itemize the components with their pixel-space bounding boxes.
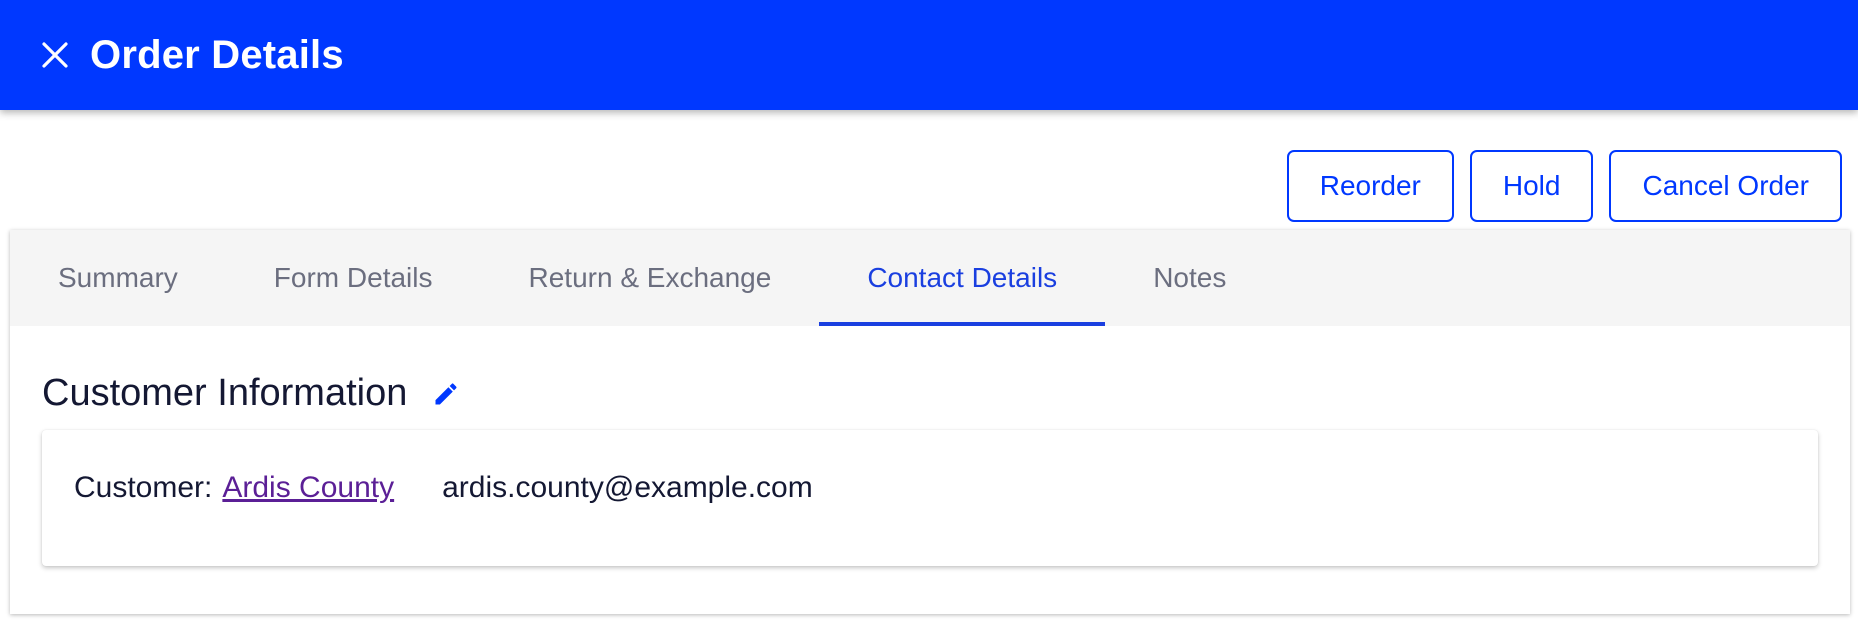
tab-bar: Summary Form Details Return & Exchange C… [10, 230, 1850, 326]
tab-form-details[interactable]: Form Details [226, 230, 481, 326]
close-icon [42, 42, 68, 68]
order-details-panel: Summary Form Details Return & Exchange C… [10, 230, 1850, 614]
customer-label: Customer: [74, 471, 213, 504]
order-actions: Reorder Hold Cancel Order [1286, 150, 1842, 222]
app-header: Order Details [0, 0, 1858, 110]
customer-information-header: Customer Information [42, 372, 463, 415]
customer-name-link[interactable]: Ardis County [222, 471, 394, 505]
tab-return-exchange[interactable]: Return & Exchange [481, 230, 820, 326]
tab-label: Form Details [273, 262, 433, 293]
page-title: Order Details [90, 32, 344, 77]
edit-customer-button[interactable] [429, 377, 463, 411]
customer-email: ardis.county@example.com [442, 471, 813, 504]
reorder-button[interactable]: Reorder [1286, 150, 1454, 222]
pencil-icon [435, 382, 457, 404]
tab-contact-details[interactable]: Contact Details [819, 230, 1106, 326]
tab-notes[interactable]: Notes [1105, 230, 1274, 326]
tab-label: Summary [58, 262, 178, 293]
tab-label: Notes [1153, 262, 1227, 293]
tab-label: Contact Details [867, 262, 1058, 293]
tab-label: Return & Exchange [528, 262, 772, 293]
hold-button[interactable]: Hold [1469, 150, 1594, 222]
tab-summary[interactable]: Summary [10, 230, 226, 326]
close-button[interactable] [38, 38, 72, 72]
customer-info-card: Customer: Ardis County ardis.county@exam… [42, 430, 1818, 566]
section-title: Customer Information [42, 372, 408, 414]
cancel-order-button[interactable]: Cancel Order [1609, 150, 1842, 222]
